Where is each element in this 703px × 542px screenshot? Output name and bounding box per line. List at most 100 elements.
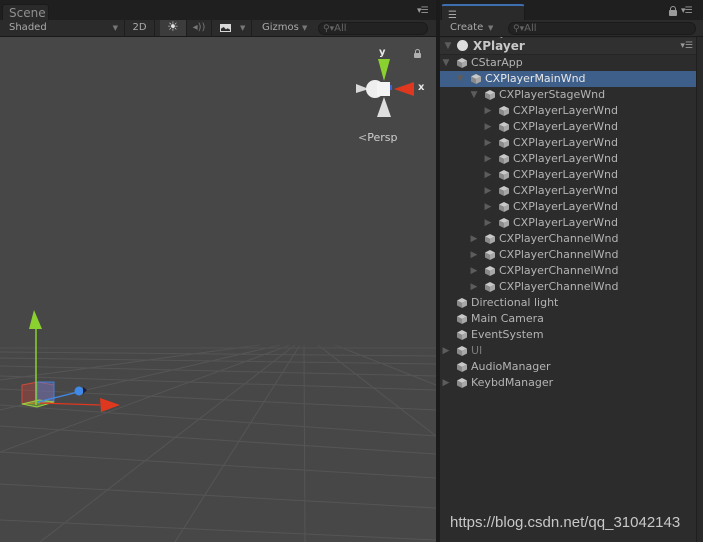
- hierarchy-item[interactable]: ▶ CXPlayerLayerWnd: [440, 183, 697, 199]
- expand-arrow-icon[interactable]: ▶: [483, 215, 493, 231]
- gameobject-cube-icon: [499, 122, 509, 132]
- hierarchy-item-label: AudioManager: [471, 360, 551, 373]
- gameobject-cube-icon: [485, 90, 495, 100]
- hierarchy-item[interactable]: ▶ UI: [440, 343, 697, 359]
- perspective-icon: <: [358, 131, 368, 144]
- expand-arrow-icon[interactable]: ▶: [483, 151, 493, 167]
- hierarchy-item-label: KeybdManager: [471, 376, 554, 389]
- hierarchy-item[interactable]: ▶ CXPlayerChannelWnd: [440, 263, 697, 279]
- scene-grid: [0, 59, 436, 542]
- hierarchy-item[interactable]: AudioManager: [440, 359, 697, 375]
- scene-menu-icon[interactable]: ▾☰: [680, 38, 693, 54]
- unity-logo-icon: [457, 40, 468, 51]
- hierarchy-item[interactable]: EventSystem: [440, 327, 697, 343]
- gameobject-cube-icon: [499, 106, 509, 116]
- create-dropdown[interactable]: Create ▼: [440, 20, 500, 36]
- gizmos-dropdown[interactable]: Gizmos ▼: [255, 20, 315, 36]
- hierarchy-search-input[interactable]: ⚲▾All: [508, 22, 696, 35]
- hierarchy-scrollbar[interactable]: [696, 37, 703, 542]
- expand-arrow-icon[interactable]: ▶: [441, 375, 451, 391]
- hierarchy-panel: ☰ Hierarchy ▾☰ Create ▼ ⚲▾All ▼ XPlayer …: [440, 0, 703, 542]
- hierarchy-item[interactable]: ▶ CXPlayerLayerWnd: [440, 167, 697, 183]
- transform-gizmo: [21, 310, 120, 412]
- lighting-toggle[interactable]: ☀: [160, 20, 187, 36]
- expand-arrow-icon[interactable]: ▶: [469, 279, 479, 295]
- effects-dropdown[interactable]: ▼: [212, 20, 252, 36]
- expand-arrow-icon[interactable]: ▶: [469, 231, 479, 247]
- hierarchy-item[interactable]: ▶ KeybdManager: [440, 375, 697, 391]
- scene-root-row[interactable]: ▼ XPlayer ▾☰: [440, 38, 697, 55]
- toggle-2d-button[interactable]: 2D: [125, 20, 155, 36]
- hierarchy-item-label: UI: [471, 344, 483, 357]
- hierarchy-item[interactable]: ▶ CXPlayerChannelWnd: [440, 231, 697, 247]
- hierarchy-item-label: CXPlayerLayerWnd: [513, 184, 618, 197]
- expand-arrow-icon[interactable]: ▶: [483, 119, 493, 135]
- hierarchy-item[interactable]: ▶ CXPlayerLayerWnd: [440, 199, 697, 215]
- panel-menu-icon[interactable]: ▾☰: [417, 7, 429, 16]
- hierarchy-item[interactable]: ▼ CStarApp: [440, 55, 697, 71]
- expand-arrow-icon[interactable]: ▶: [441, 343, 451, 359]
- gizmo-x-label[interactable]: x: [418, 82, 424, 93]
- chevron-down-icon: ▼: [240, 24, 246, 32]
- hierarchy-item[interactable]: ▶ CXPlayerChannelWnd: [440, 279, 697, 295]
- hierarchy-item-label: CXPlayerLayerWnd: [513, 216, 618, 229]
- collapse-arrow-icon[interactable]: ▼: [455, 71, 465, 87]
- lock-icon[interactable]: [414, 49, 421, 58]
- gameobject-cube-icon: [499, 202, 509, 212]
- expand-arrow-icon[interactable]: ▶: [483, 167, 493, 183]
- scene-search-input[interactable]: ⚲▾All: [318, 22, 428, 35]
- collapse-arrow-icon[interactable]: ▼: [469, 87, 479, 103]
- hierarchy-item[interactable]: Directional light: [440, 295, 697, 311]
- scene-panel: Scene ▾☰ Shaded ▼ 2D ☀ ◂)) ▼ Gizmos ▼ ⚲▾…: [0, 0, 436, 542]
- hierarchy-item-label: CXPlayerChannelWnd: [499, 232, 619, 245]
- tab-scene[interactable]: Scene: [2, 4, 49, 20]
- image-icon: [220, 24, 231, 32]
- hierarchy-item-label: CXPlayerLayerWnd: [513, 120, 618, 133]
- scene-name: XPlayer: [473, 39, 525, 53]
- hierarchy-item-label: CXPlayerLayerWnd: [513, 104, 618, 117]
- hierarchy-item[interactable]: ▶ CXPlayerLayerWnd: [440, 151, 697, 167]
- expand-arrow-icon[interactable]: ▶: [483, 135, 493, 151]
- hierarchy-item-label: CXPlayerChannelWnd: [499, 248, 619, 261]
- hierarchy-item[interactable]: Main Camera: [440, 311, 697, 327]
- gameobject-cube-icon: [457, 298, 467, 308]
- gizmos-label: Gizmos: [262, 22, 299, 33]
- hierarchy-item[interactable]: ▶ CXPlayerChannelWnd: [440, 247, 697, 263]
- lock-icon[interactable]: [669, 6, 677, 16]
- gameobject-cube-icon: [485, 250, 495, 260]
- hierarchy-toolbar: Create ▼ ⚲▾All: [440, 20, 703, 37]
- expand-arrow-icon[interactable]: ▶: [483, 199, 493, 215]
- hierarchy-item-label: CXPlayerMainWnd: [485, 72, 586, 85]
- scene-tab-bar: Scene ▾☰: [0, 0, 436, 20]
- hierarchy-item-label: Directional light: [471, 296, 559, 309]
- search-icon: ⚲▾: [323, 24, 335, 34]
- speaker-icon: ◂)): [192, 22, 206, 33]
- expand-arrow-icon[interactable]: ▼: [443, 38, 453, 54]
- expand-arrow-icon[interactable]: ▶: [483, 183, 493, 199]
- gameobject-cube-icon: [485, 234, 495, 244]
- gameobject-cube-icon: [499, 218, 509, 228]
- projection-toggle[interactable]: <Persp: [358, 131, 397, 144]
- search-icon: ⚲▾: [513, 24, 525, 34]
- hierarchy-item[interactable]: ▶ CXPlayerLayerWnd: [440, 135, 697, 151]
- gizmo-y-label[interactable]: y: [379, 47, 386, 58]
- gameobject-cube-icon: [471, 74, 481, 84]
- scene-viewport[interactable]: y x <Persp: [0, 37, 436, 542]
- hierarchy-item[interactable]: ▼ CXPlayerStageWnd: [440, 87, 697, 103]
- shading-mode-label: Shaded: [9, 22, 47, 33]
- shading-mode-dropdown[interactable]: Shaded ▼: [0, 20, 125, 36]
- gameobject-cube-icon: [457, 314, 467, 324]
- expand-arrow-icon[interactable]: ▶: [469, 263, 479, 279]
- hierarchy-item-label: EventSystem: [471, 328, 544, 341]
- expand-arrow-icon[interactable]: ▶: [483, 103, 493, 119]
- hierarchy-item[interactable]: ▶ CXPlayerLayerWnd: [440, 103, 697, 119]
- hierarchy-item[interactable]: ▼ CXPlayerMainWnd: [440, 71, 697, 87]
- tab-hierarchy[interactable]: ☰ Hierarchy: [441, 4, 525, 39]
- panel-menu-icon[interactable]: ▾☰: [681, 7, 693, 16]
- expand-arrow-icon[interactable]: ▶: [469, 247, 479, 263]
- hierarchy-item[interactable]: ▶ CXPlayerLayerWnd: [440, 119, 697, 135]
- audio-toggle[interactable]: ◂)): [187, 20, 212, 36]
- hierarchy-item-label: CXPlayerChannelWnd: [499, 264, 619, 277]
- hierarchy-item[interactable]: ▶ CXPlayerLayerWnd: [440, 215, 697, 231]
- collapse-arrow-icon[interactable]: ▼: [441, 55, 451, 71]
